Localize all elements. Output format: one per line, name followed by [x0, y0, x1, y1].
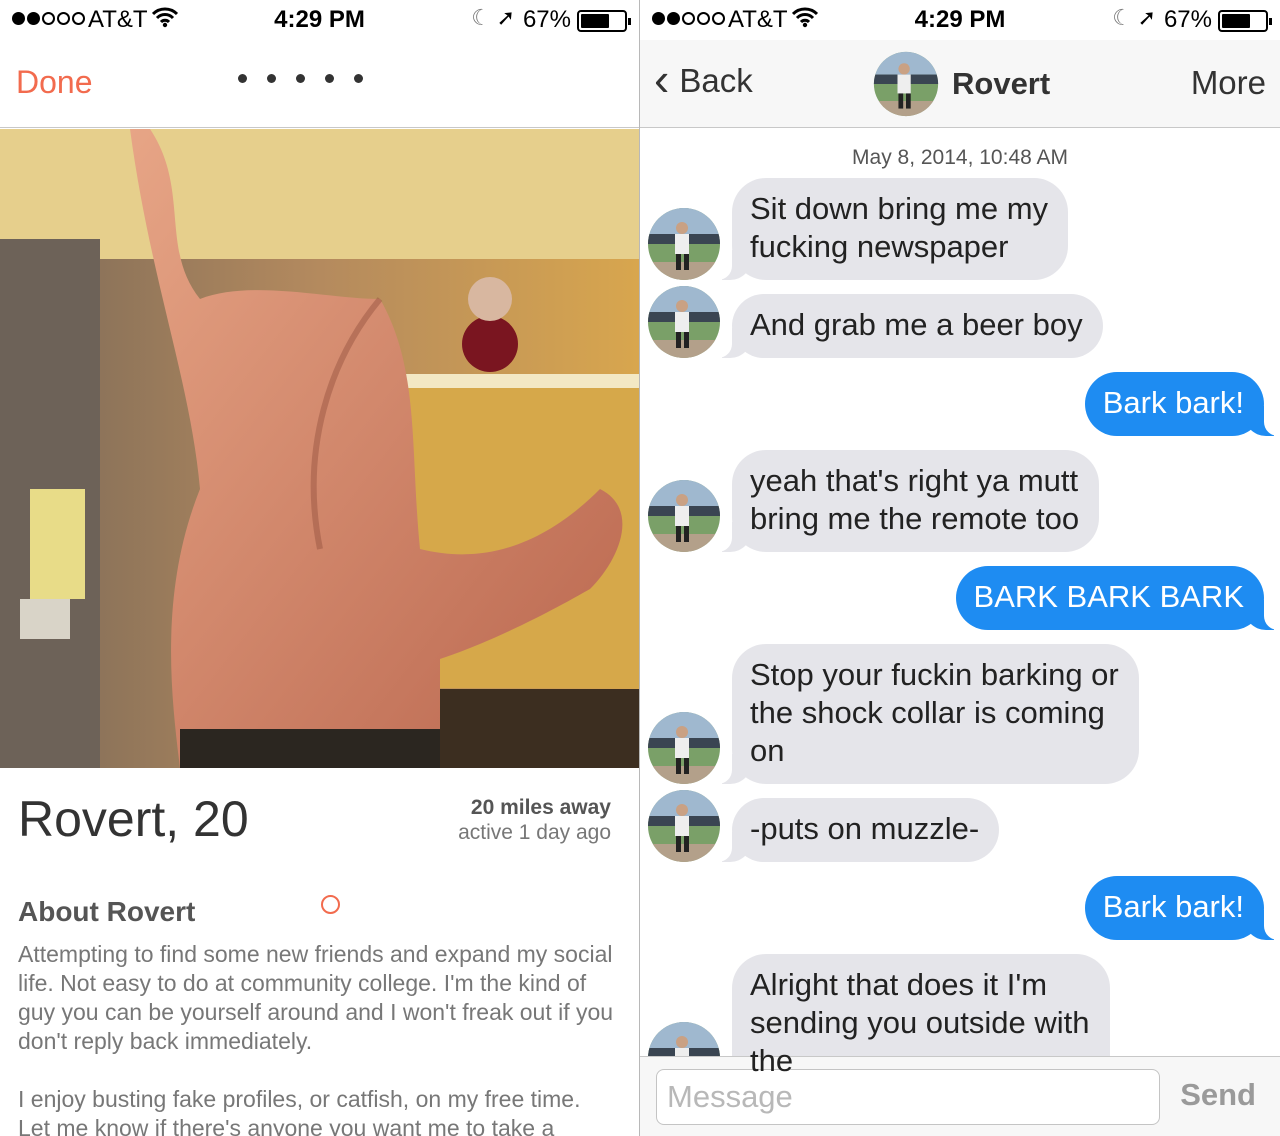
message-text: And grab me a beer boy	[750, 307, 1083, 342]
profile-pane: AT&T 4:29 PM ☾ ➚ 67% Done Rovert, 20 20 …	[0, 0, 639, 1136]
battery-percent: 67%	[522, 6, 571, 33]
profile-last-active: active 1 day ago	[458, 821, 611, 844]
chevron-left-icon: ‹	[654, 52, 670, 105]
message-text: yeah that's right ya mutt	[750, 463, 1079, 498]
contact-avatar	[872, 50, 940, 118]
profile-name: Rovert, 20	[18, 791, 249, 847]
contact-name: Rovert	[952, 66, 1051, 101]
message-text: Stop your fuckin barking or	[750, 657, 1119, 692]
about-heading: About Rovert	[18, 896, 196, 927]
location-arrow-icon: ➚	[1137, 5, 1156, 30]
sender-avatar[interactable]	[648, 208, 720, 280]
received-message-bubble[interactable]: Sit down bring me my fucking newspaper	[711, 178, 1069, 280]
bio-paragraph: I enjoy busting fake profiles, or catfis…	[18, 1086, 581, 1136]
sender-avatar[interactable]	[648, 790, 720, 862]
message-text: Bark bark!	[1102, 889, 1244, 924]
bio-paragraph: Attempting to find some new friends and …	[18, 941, 614, 1054]
received-message-bubble[interactable]: And grab me a beer boy	[712, 294, 1103, 358]
more-button[interactable]: More	[1191, 64, 1266, 102]
do-not-disturb-icon: ☾	[1112, 5, 1132, 30]
pager-dot[interactable]	[354, 74, 363, 83]
chat-nav-bar: ‹ Back Rovert More	[640, 40, 1280, 128]
received-message-bubble[interactable]: Stop your fuckin barking or the shock col…	[712, 644, 1139, 784]
status-bar: AT&T 4:29 PM ☾ ➚ 67%	[640, 0, 1280, 40]
pager-dot[interactable]	[238, 74, 247, 83]
message-text: the	[750, 1043, 794, 1078]
sent-message-bubble[interactable]: BARK BARK BARK	[955, 566, 1280, 630]
battery-fill	[1222, 14, 1251, 28]
received-message-bubble[interactable]: yeah that's right ya mutt bring me the re…	[711, 450, 1100, 552]
do-not-disturb-icon: ☾	[471, 5, 491, 30]
message-text: Sit down bring me my	[750, 191, 1049, 226]
location-arrow-icon: ➚	[496, 5, 515, 30]
sender-avatar[interactable]	[648, 286, 720, 358]
profile-photo[interactable]	[0, 129, 639, 768]
message-text: bring me the remote too	[750, 501, 1080, 536]
back-label: Back	[679, 62, 753, 99]
sender-avatar[interactable]	[648, 712, 720, 784]
status-bar: AT&T 4:29 PM ☾ ➚ 67%	[0, 0, 639, 40]
battery-percent: 67%	[1163, 6, 1212, 33]
sender-avatar[interactable]	[648, 480, 720, 552]
received-message-bubble[interactable]: -puts on muzzle-	[711, 798, 1000, 862]
battery-fill	[581, 14, 610, 28]
profile-nav-bar: Done	[0, 40, 639, 914]
back-button[interactable]: ‹ Back	[654, 52, 753, 105]
chat-pane: AT&T 4:29 PM ☾ ➚ 67% ‹ Back Rovert More …	[640, 0, 1280, 1136]
battery-icon	[577, 10, 631, 32]
pager-dot[interactable]	[325, 74, 334, 83]
sent-message-bubble[interactable]: Bark bark!	[1084, 876, 1280, 940]
message-text: BARK BARK BARK	[973, 579, 1244, 614]
received-message-bubble[interactable]: Alright that does it I'm sending you outs…	[712, 954, 1110, 1094]
message-text: -puts on muzzle-	[750, 811, 980, 846]
message-text: Alright that does it I'm	[750, 967, 1048, 1002]
pager-dot[interactable]	[267, 74, 276, 83]
message-text: the shock collar is coming	[750, 695, 1105, 730]
done-button[interactable]: Done	[16, 64, 93, 101]
pager-dot[interactable]	[321, 895, 340, 914]
message-text: sending you outside with	[750, 1005, 1090, 1040]
photo-pager[interactable]	[238, 74, 363, 914]
battery-icon	[1218, 10, 1272, 32]
message-text: on	[750, 733, 785, 768]
contact-header[interactable]: Rovert	[872, 50, 1050, 118]
pager-dot[interactable]	[296, 74, 305, 83]
message-text: fucking newspaper	[750, 229, 1009, 264]
profile-distance: 20 miles away	[470, 796, 611, 819]
message-timestamp: May 8, 2014, 10:48 AM	[852, 146, 1068, 169]
profile-bio: Attempting to find some new friends and …	[18, 940, 618, 1136]
message-text: Bark bark!	[1102, 385, 1244, 420]
send-button[interactable]: Send	[1180, 1077, 1256, 1113]
sent-message-bubble[interactable]: Bark bark!	[1084, 372, 1280, 436]
